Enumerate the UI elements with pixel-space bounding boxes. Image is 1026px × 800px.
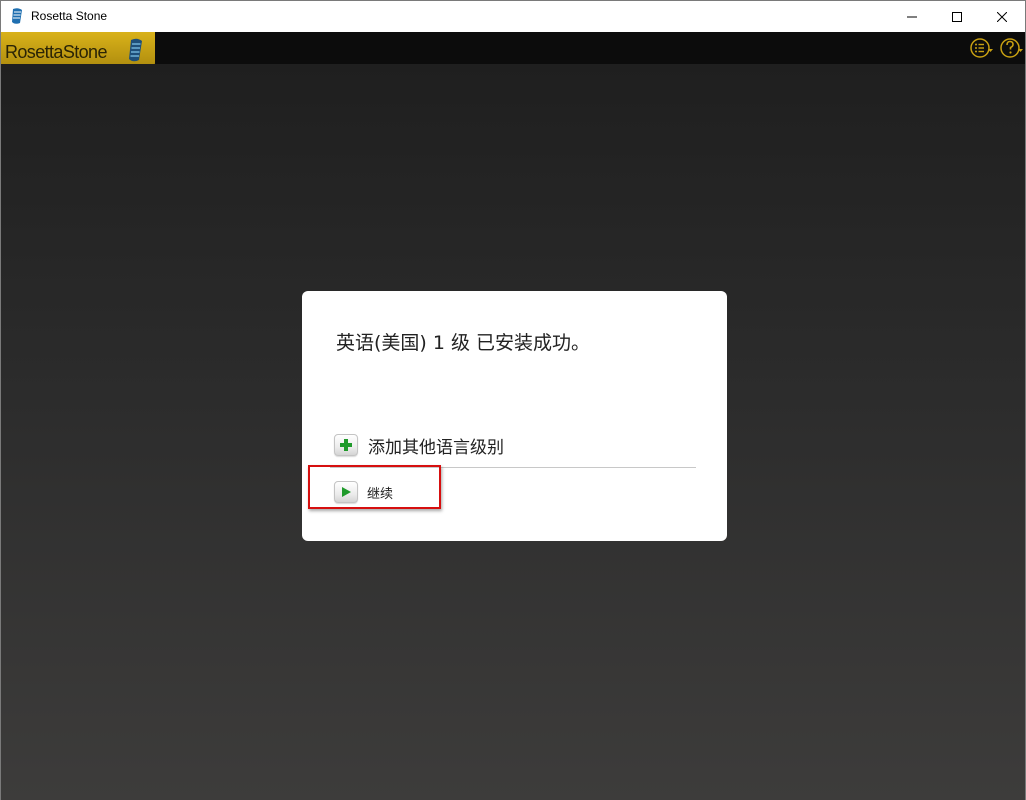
- maximize-icon: [952, 11, 962, 22]
- minimize-button[interactable]: [889, 1, 935, 32]
- rosetta-stone-app-icon: [12, 8, 22, 24]
- help-icon[interactable]: [999, 36, 1023, 60]
- close-icon: [997, 11, 1007, 22]
- close-button[interactable]: [979, 1, 1025, 32]
- add-language-level-button[interactable]: 添加其他语言级别: [334, 432, 504, 458]
- logo-word-rosetta: Rosetta: [5, 42, 63, 62]
- window-title: Rosetta Stone: [31, 9, 108, 23]
- title-bar[interactable]: Rosetta Stone: [1, 1, 1025, 32]
- list-menu-icon[interactable]: [969, 36, 993, 60]
- add-language-level-label: 添加其他语言级别: [368, 437, 504, 458]
- highlight-box: [308, 465, 441, 509]
- maximize-button[interactable]: [934, 1, 980, 32]
- logo-wordmark: RosettaStone: [5, 42, 107, 63]
- app-window: Rosetta Stone RosettaStone 英语(美国) 1 级 已安…: [0, 0, 1026, 800]
- minimize-icon: [907, 16, 917, 17]
- logo-word-stone: Stone: [62, 42, 108, 62]
- dialog-message: 英语(美国) 1 级 已安装成功。: [336, 332, 591, 354]
- plus-icon: [334, 434, 358, 456]
